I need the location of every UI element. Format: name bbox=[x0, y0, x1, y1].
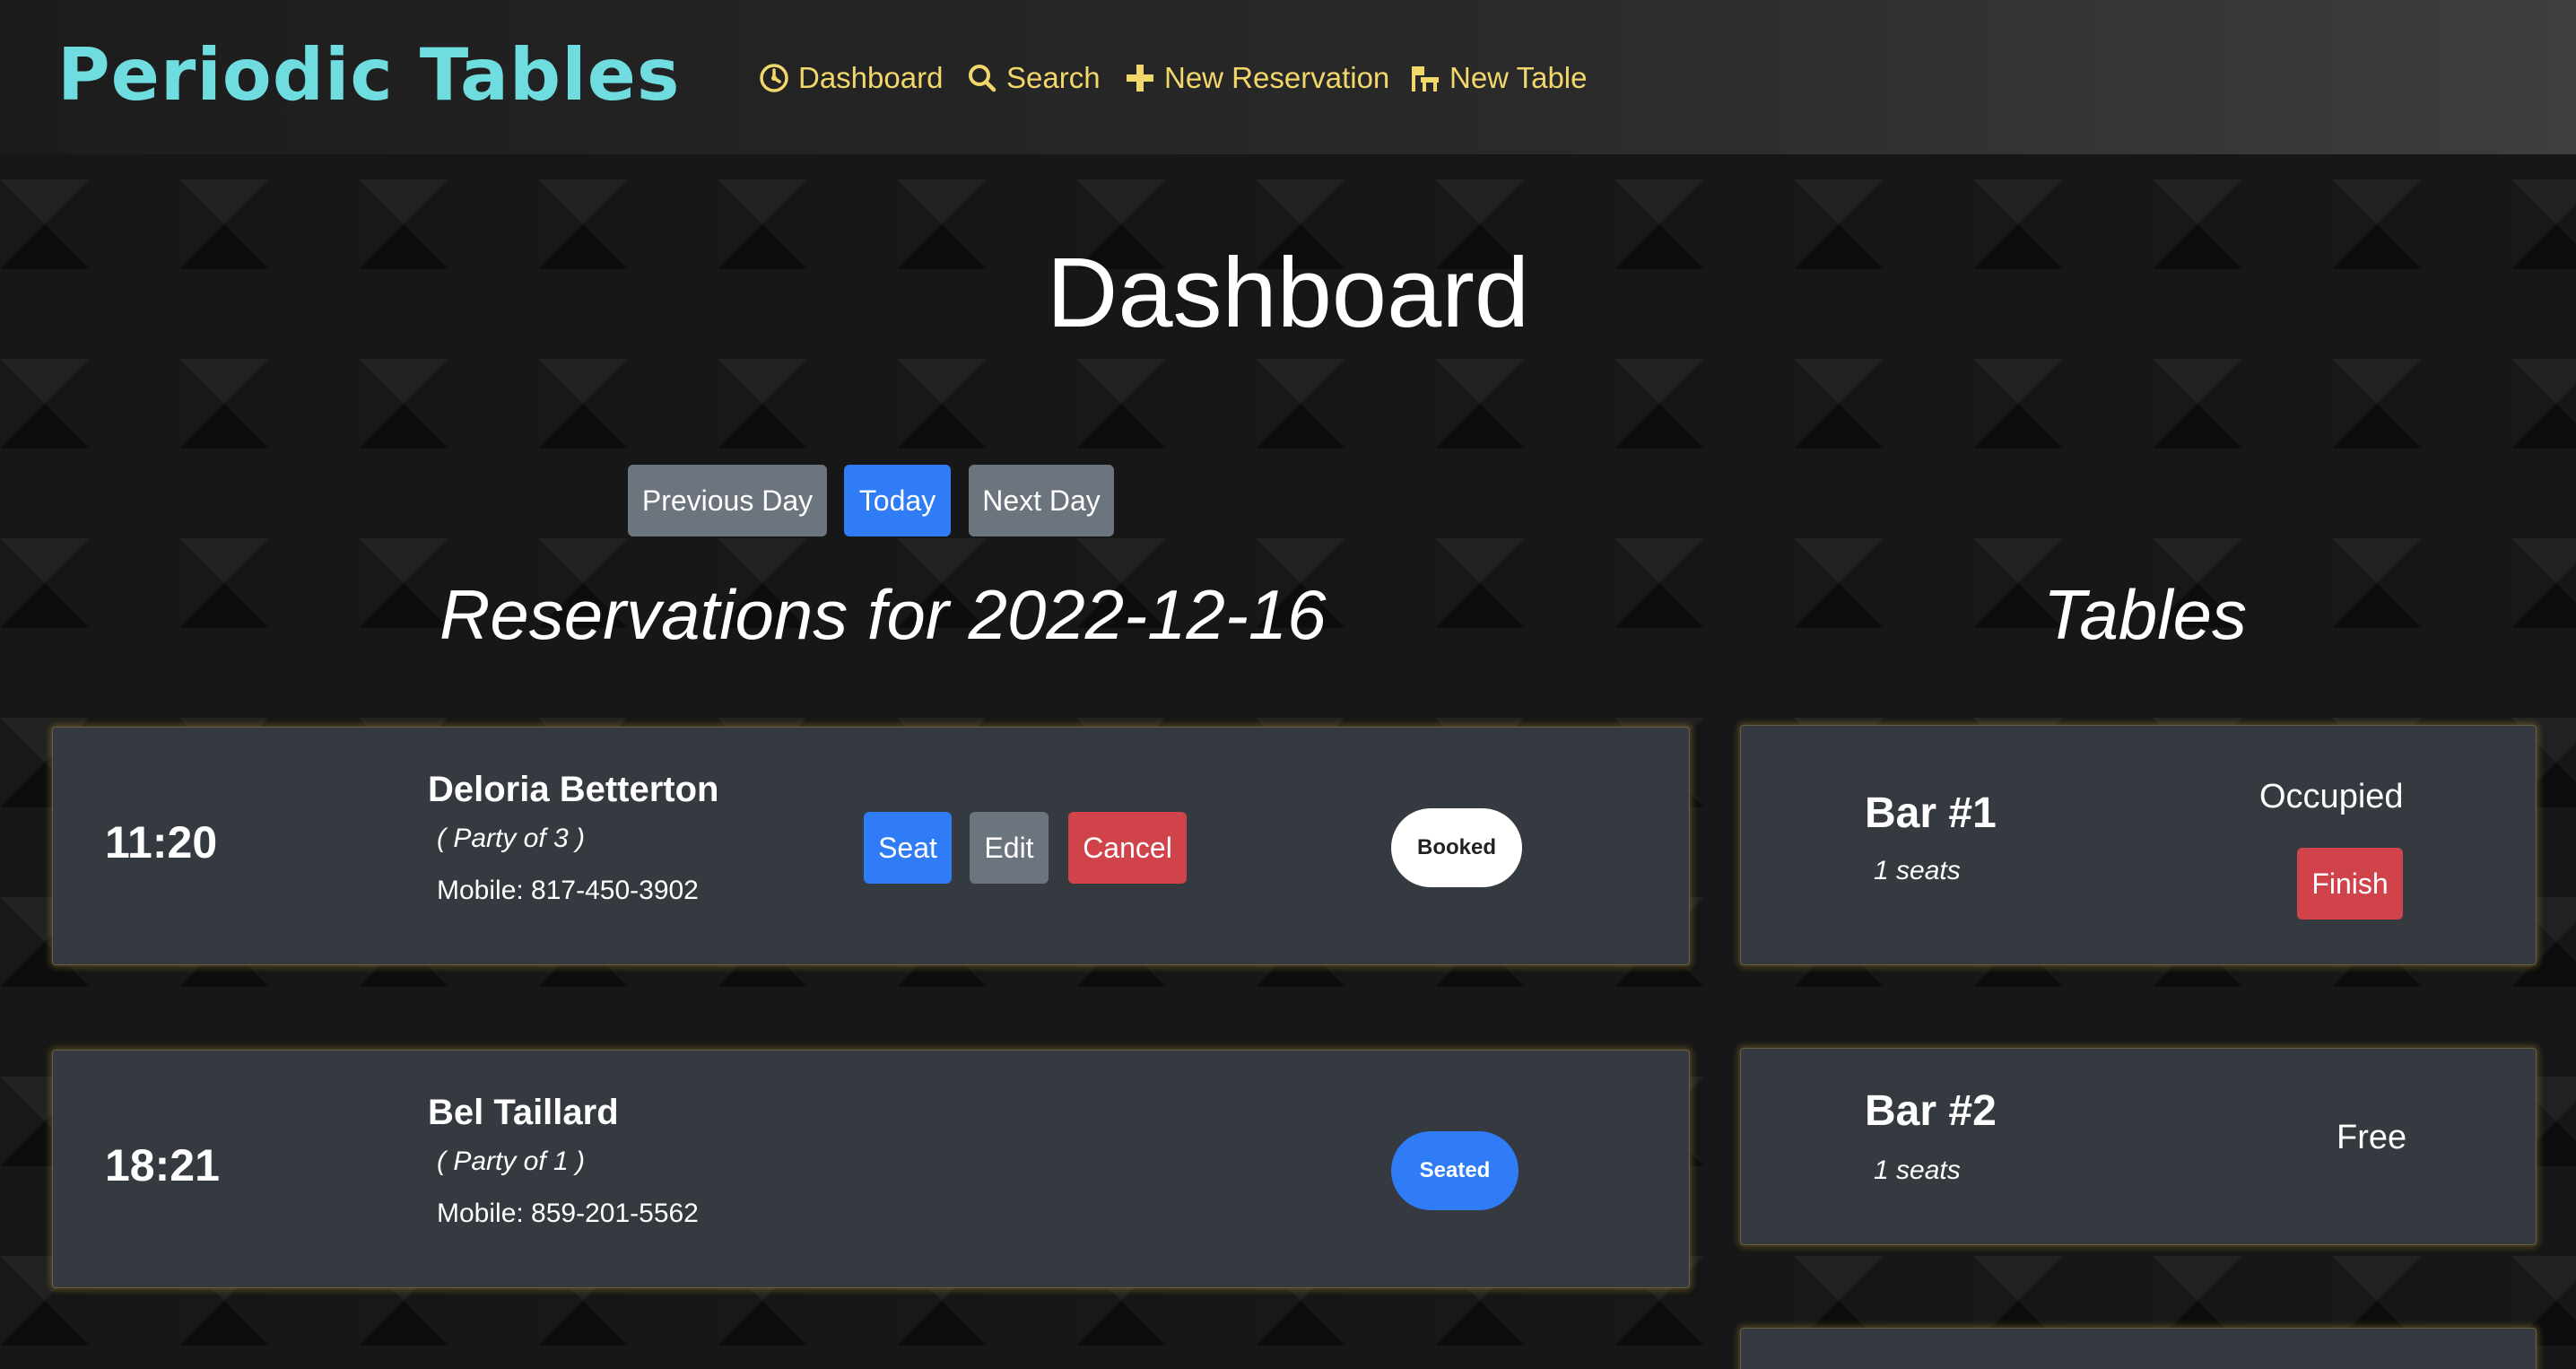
reservation-mobile: Mobile: 859-201-5562 bbox=[437, 1199, 699, 1228]
reservation-time: 18:21 bbox=[105, 1140, 220, 1190]
status-badge: Seated bbox=[1391, 1131, 1519, 1210]
next-day-button[interactable]: Next Day bbox=[969, 465, 1114, 536]
navbar: Periodic Tables Dashboard Search New Res… bbox=[0, 0, 2576, 154]
table-card bbox=[1740, 1328, 2537, 1369]
table-status: Free bbox=[2337, 1119, 2407, 1156]
table-icon bbox=[1412, 66, 1439, 92]
page-title-text: Dashboard bbox=[1046, 238, 1530, 348]
search-icon bbox=[969, 65, 996, 92]
finish-button[interactable]: Finish bbox=[2297, 848, 2403, 920]
table-card: Bar #1 1 seats Occupied Finish bbox=[1740, 725, 2537, 965]
dashboard-icon bbox=[760, 64, 788, 92]
seat-button[interactable]: Seat bbox=[864, 812, 952, 884]
nav-new-table-label: New Table bbox=[1449, 61, 1588, 94]
nav-search-label: Search bbox=[1006, 61, 1101, 94]
reservation-time: 11:20 bbox=[105, 817, 218, 868]
reservations-heading: Reservations for 2022-12-16 bbox=[439, 575, 1327, 654]
nav-new-table[interactable]: New Table bbox=[1410, 56, 1587, 100]
table-card: Bar #2 1 seats Free bbox=[1740, 1048, 2537, 1245]
plus-icon bbox=[1127, 65, 1153, 92]
today-button[interactable]: Today bbox=[844, 465, 951, 536]
cancel-button[interactable]: Cancel bbox=[1068, 812, 1187, 884]
reservation-party: ( Party of 3 ) bbox=[437, 824, 586, 853]
nav-dashboard-label: Dashboard bbox=[798, 61, 944, 94]
reservation-card: 11:20 Deloria Betterton ( Party of 3 ) M… bbox=[52, 727, 1690, 965]
reservation-mobile: Mobile: 817-450-3902 bbox=[437, 876, 699, 905]
nav-new-reservation[interactable]: New Reservation bbox=[1125, 56, 1389, 100]
nav-dashboard[interactable]: Dashboard bbox=[759, 56, 943, 100]
status-badge: Booked bbox=[1391, 808, 1522, 887]
reservation-name: Deloria Betterton bbox=[428, 770, 719, 809]
table-seats: 1 seats bbox=[1874, 1155, 1961, 1185]
table-status: Occupied bbox=[2259, 778, 2404, 815]
previous-day-button[interactable]: Previous Day bbox=[628, 465, 827, 536]
brand-logo[interactable]: Periodic Tables bbox=[57, 34, 681, 117]
reservation-card: 18:21 Bel Taillard ( Party of 1 ) Mobile… bbox=[52, 1050, 1690, 1288]
table-name: Bar #1 bbox=[1865, 789, 1997, 837]
tables-heading: Tables bbox=[2043, 575, 2247, 654]
edit-button[interactable]: Edit bbox=[970, 812, 1049, 884]
reservation-name: Bel Taillard bbox=[428, 1093, 619, 1132]
reservation-party: ( Party of 1 ) bbox=[437, 1147, 586, 1176]
page-title: Dashboard bbox=[0, 235, 2576, 352]
table-name: Bar #2 bbox=[1865, 1087, 1997, 1135]
nav-search[interactable]: Search bbox=[967, 56, 1101, 100]
table-seats: 1 seats bbox=[1874, 856, 1961, 885]
nav-new-reservation-label: New Reservation bbox=[1164, 61, 1390, 94]
